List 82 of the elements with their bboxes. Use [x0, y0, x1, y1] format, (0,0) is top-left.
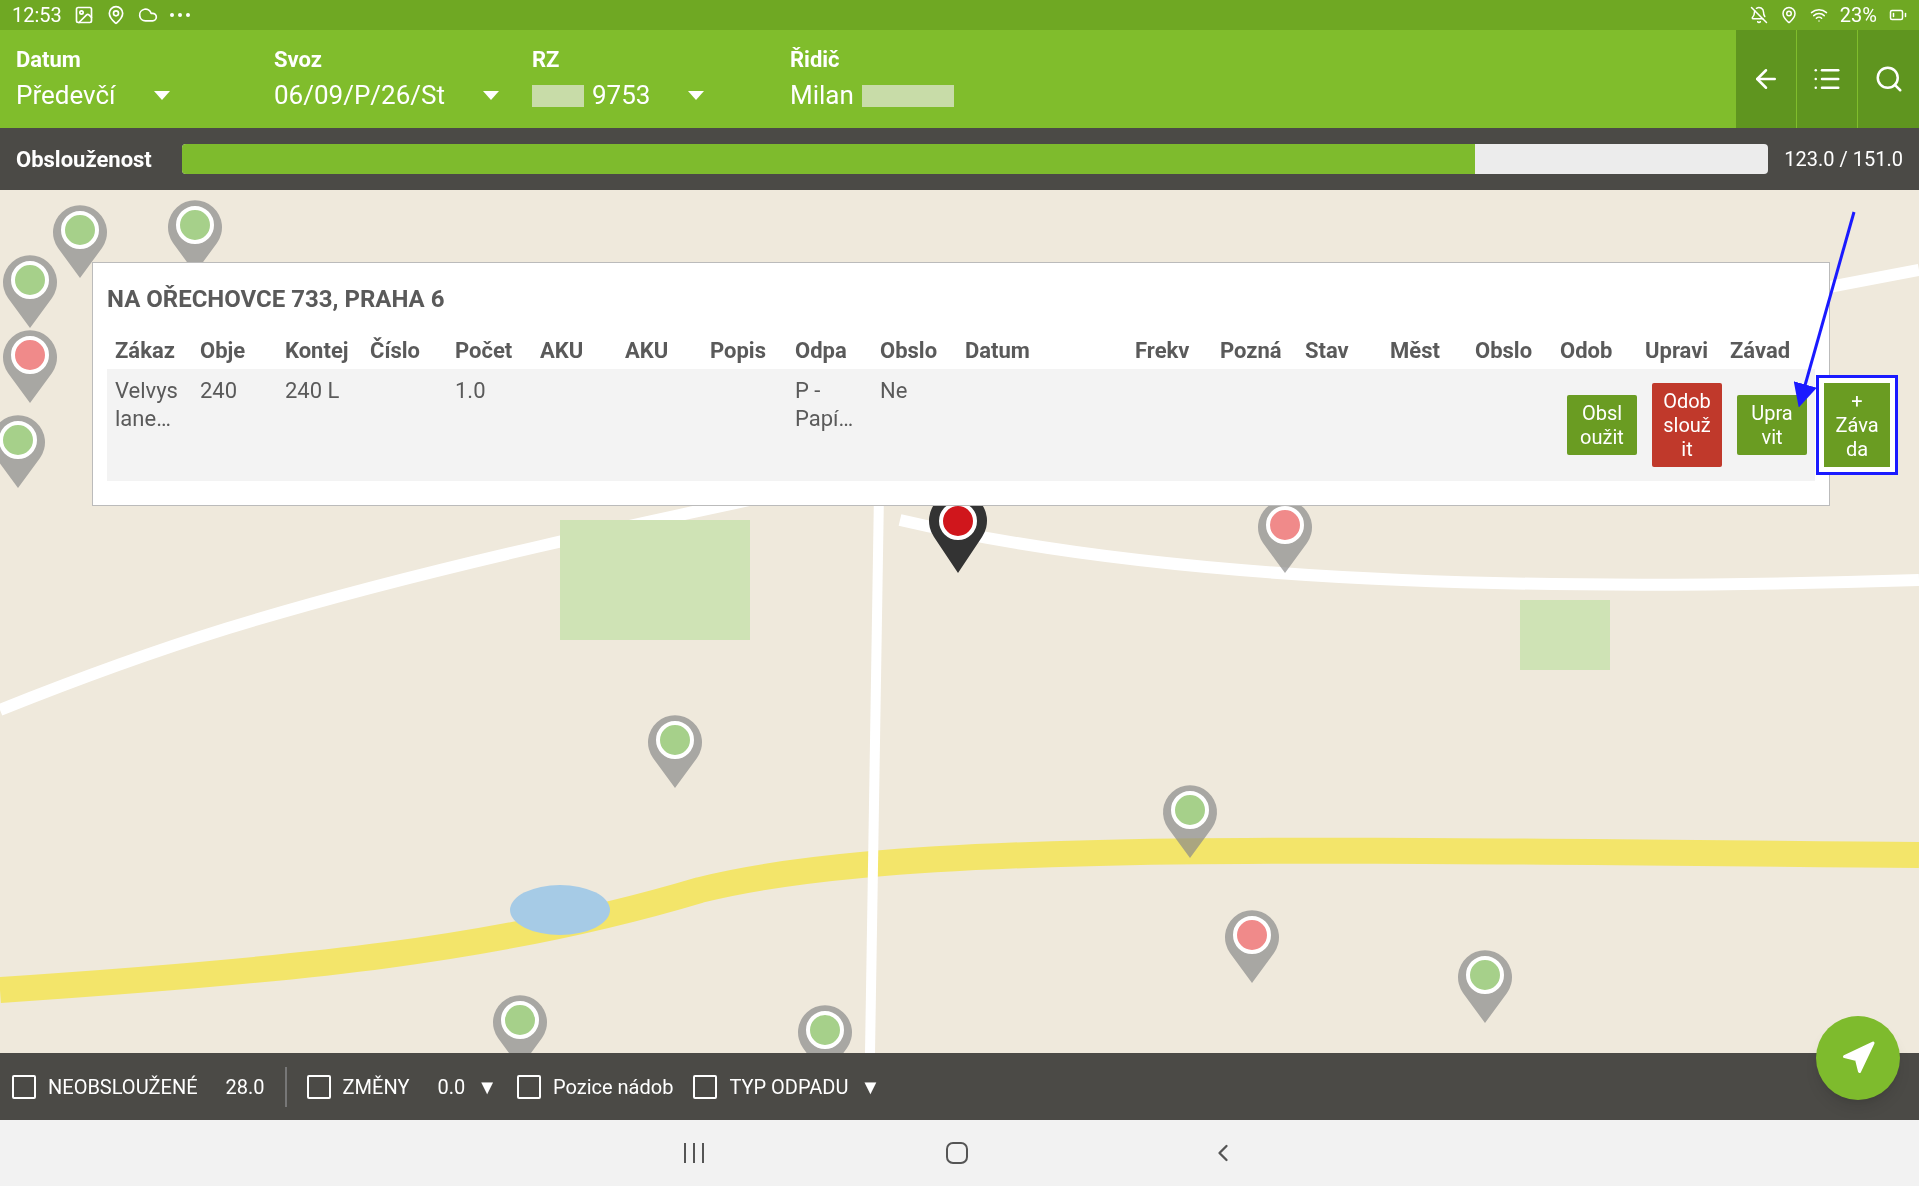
back-button[interactable]: [1736, 30, 1797, 128]
field-value: 06/09/P/26/St: [274, 79, 445, 112]
column-header: Číslo: [370, 337, 420, 363]
progress-reading: 123.0 / 151.0: [1784, 146, 1903, 173]
column-header: Kontej: [285, 337, 349, 363]
column-header: Frekv: [1135, 337, 1190, 363]
field-label: RZ: [532, 46, 561, 74]
column-header: Odpa: [795, 337, 847, 363]
filter-label: TYP ODPADU: [729, 1073, 849, 1101]
action-button[interactable]: + Záva da: [1816, 375, 1898, 475]
wifi-icon: [1809, 6, 1828, 24]
location-icon: [1779, 6, 1798, 24]
field-label: Datum: [16, 46, 82, 74]
action-button[interactable]: Upra vit: [1737, 395, 1807, 455]
map-pin[interactable]: [3, 330, 57, 403]
column-header: Obslo: [880, 337, 938, 363]
column-header: Odob: [1560, 337, 1613, 363]
progress-label: Obslouženost: [16, 145, 153, 174]
blurred-block: [532, 84, 584, 107]
column-header: Obje: [200, 337, 246, 363]
column-header: AKU: [625, 337, 669, 363]
home-icon: [944, 1141, 969, 1165]
popup-title: NA OŘECHOVCE 733, PRAHA 6: [107, 284, 446, 315]
map-pin[interactable]: [53, 205, 107, 278]
checkbox[interactable]: [693, 1074, 718, 1099]
header-dropdown[interactable]: Datum Předevčí: [16, 30, 274, 128]
mute-icon: [1749, 6, 1768, 24]
field-label: Svoz: [274, 46, 323, 74]
column-header: Upravi: [1645, 337, 1709, 363]
column-header: Stav: [1305, 337, 1349, 363]
column-header: Obslo: [1475, 337, 1533, 363]
map-pin[interactable]: [0, 415, 45, 488]
table-cell: 240: [200, 378, 238, 403]
list-button[interactable]: [1797, 30, 1858, 128]
header-dropdown[interactable]: Řidič Milan: [790, 30, 1190, 128]
caret-icon: [482, 90, 499, 101]
caret-icon: [153, 90, 170, 101]
map-pin[interactable]: [3, 255, 57, 328]
filter-value: 28.0: [225, 1073, 265, 1101]
cloud-icon: [137, 5, 158, 25]
map-pin[interactable]: [1225, 910, 1279, 983]
map-pin[interactable]: [1458, 950, 1512, 1023]
checkbox[interactable]: [306, 1074, 331, 1099]
recent-apps-icon: [682, 1143, 705, 1163]
column-header: Měst: [1390, 337, 1440, 363]
column-header: AKU: [540, 337, 584, 363]
column-header: Závad: [1730, 337, 1791, 363]
filter-label: ZMĚNY: [342, 1073, 410, 1101]
header-dropdown[interactable]: Svoz 06/09/P/26/St: [274, 30, 532, 128]
action-button[interactable]: Obsl oužit: [1567, 395, 1637, 455]
filter-value: 0.0: [437, 1073, 466, 1101]
dropdown-caret[interactable]: ▼: [477, 1071, 497, 1102]
table-cell: P - Papí…: [795, 378, 854, 431]
map-pin[interactable]: [1163, 785, 1217, 858]
header-dropdown[interactable]: RZ 9753: [532, 30, 790, 128]
dropdown-caret[interactable]: ▼: [860, 1071, 881, 1102]
column-header: Zákaz: [115, 337, 175, 363]
table-cell: 240 L: [285, 378, 340, 403]
checkbox[interactable]: [517, 1074, 541, 1099]
column-header: Popis: [710, 337, 766, 363]
field-value: 9753: [592, 79, 651, 112]
status-time: 12:53: [12, 2, 62, 29]
field-value: Milan: [790, 79, 854, 112]
field-value: Předevčí: [16, 79, 116, 112]
filter-label: NEOBSLOUŽENÉ: [48, 1073, 198, 1101]
table-cell: 1.0: [455, 378, 486, 403]
column-header: Počet: [455, 337, 513, 363]
map-pin[interactable]: [648, 715, 702, 788]
image-icon: [73, 5, 94, 25]
column-header: Pozná: [1220, 337, 1282, 363]
battery-percent: 23%: [1839, 2, 1877, 29]
checkbox[interactable]: [12, 1074, 36, 1099]
action-button[interactable]: Odob slouž it: [1652, 383, 1722, 467]
more-icon: [169, 13, 190, 17]
navigation-arrow-icon: [1840, 1040, 1876, 1076]
table-cell: Velvys lane…: [115, 378, 178, 431]
filter-label: Pozice nádob: [553, 1073, 674, 1101]
search-button[interactable]: [1858, 30, 1919, 128]
column-header: Datum: [965, 337, 1030, 363]
table-cell: Ne: [880, 378, 908, 403]
caret-icon: [688, 90, 705, 101]
field-label: Řidič: [790, 46, 841, 74]
